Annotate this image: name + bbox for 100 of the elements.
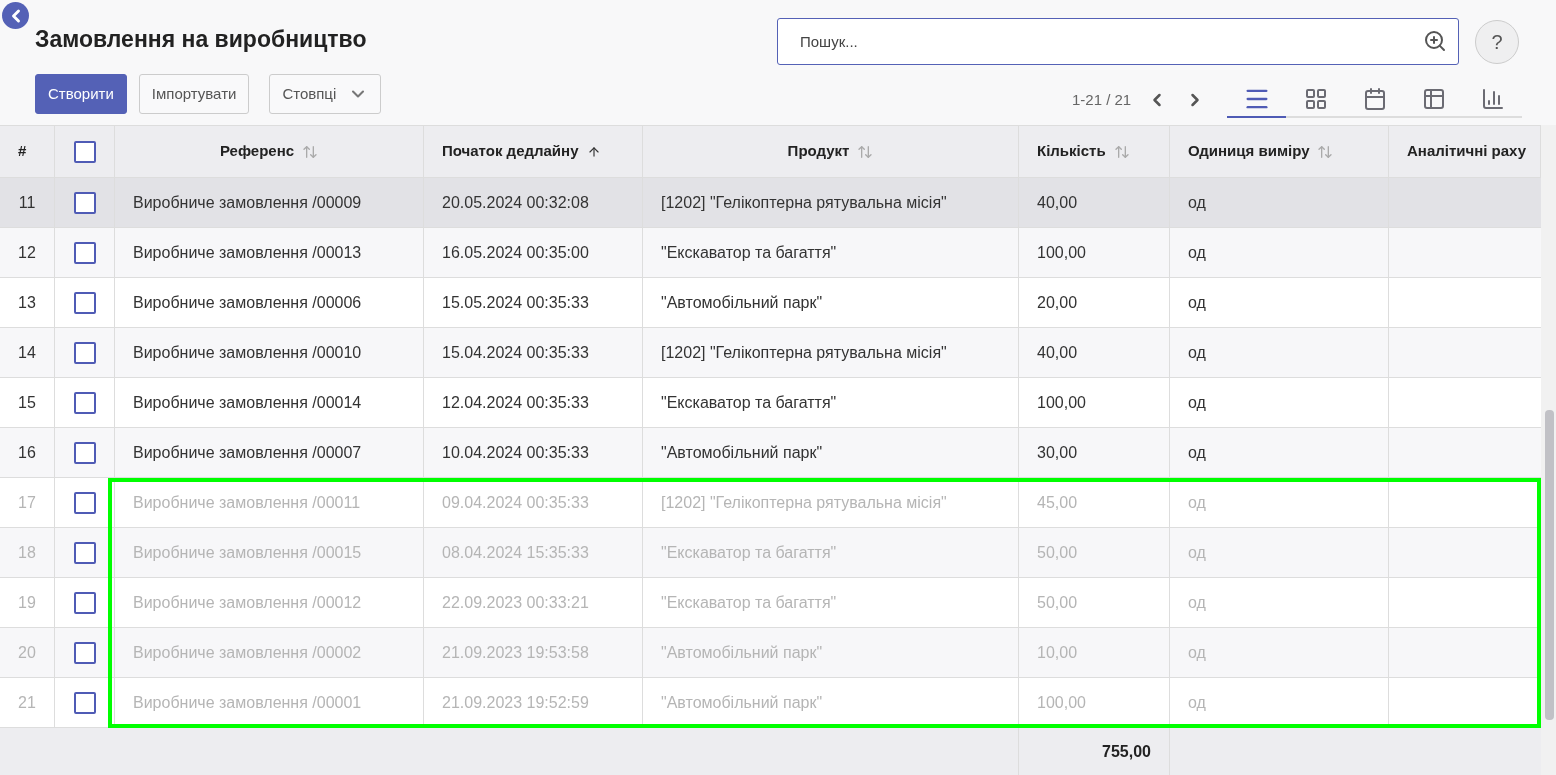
- table-row[interactable]: 16 Виробниче замовлення /00007 10.04.2024 00:35:33 "Автомобільний парк" 30,00 од: [0, 428, 1541, 478]
- product-cell-text: [1202] "Гелікоптерна рятувальна місія": [661, 342, 947, 363]
- quantity-cell-text: 40,00: [1037, 192, 1078, 213]
- sort-icon: [1113, 143, 1130, 160]
- deadline-cell-text: 22.09.2023 00:33:21: [442, 592, 589, 613]
- row-number: 20: [18, 642, 36, 663]
- deadline-cell-text: 15.05.2024 00:35:33: [442, 292, 589, 313]
- sort-ascending-icon: [586, 144, 601, 159]
- row-number: 16: [18, 442, 36, 463]
- reference-cell-text: Виробниче замовлення /00002: [133, 642, 362, 663]
- create-button[interactable]: Створити: [35, 74, 127, 114]
- reference-cell-text: Виробниче замовлення /00014: [133, 392, 362, 413]
- unit-cell-text: од: [1188, 292, 1206, 313]
- reference-cell-text: Виробниче замовлення /00012: [133, 592, 362, 613]
- column-header[interactable]: Референс: [219, 140, 319, 163]
- reference-cell-text: Виробниче замовлення /00001: [133, 692, 362, 713]
- column-header[interactable]: #: [18, 140, 27, 163]
- sort-icon: [857, 143, 874, 160]
- column-header[interactable]: Продукт: [787, 140, 874, 163]
- help-button[interactable]: ?: [1475, 19, 1519, 64]
- quantity-cell-text: 50,00: [1037, 542, 1078, 563]
- table-row[interactable]: 12 Виробниче замовлення /00013 16.05.2024 00:35:00 "Екскаватор та багаття" 100,00 од: [0, 228, 1541, 278]
- table-row[interactable]: 15 Виробниче замовлення /00014 12.04.2024 00:35:33 "Екскаватор та багаття" 100,00 од: [0, 378, 1541, 428]
- unit-cell-text: од: [1188, 392, 1206, 413]
- row-number: 19: [18, 592, 36, 613]
- table-row[interactable]: 14 Виробниче замовлення /00010 15.04.2024 00:35:33 [1202] "Гелікоптерна рятувальна місія" 40,00 од: [0, 328, 1541, 378]
- back-button[interactable]: [2, 2, 29, 29]
- table-row[interactable]: 13 Виробниче замовлення /00006 15.05.2024 00:35:33 "Автомобільний парк" 20,00 од: [0, 278, 1541, 328]
- deadline-cell-text: 10.04.2024 00:35:33: [442, 442, 589, 463]
- row-checkbox[interactable]: [73, 241, 96, 264]
- total-quantity: 755,00: [1102, 741, 1151, 762]
- unit-cell-text: од: [1188, 592, 1206, 613]
- reference-cell-text: Виробниче замовлення /00006: [133, 292, 362, 313]
- deadline-cell-text: 09.04.2024 00:35:33: [442, 492, 589, 513]
- scrollbar-thumb[interactable]: [1545, 410, 1554, 720]
- product-cell-text: "Автомобільний парк": [661, 442, 823, 463]
- scrollbar[interactable]: [1541, 125, 1556, 775]
- quantity-cell-text: 100,00: [1037, 242, 1086, 263]
- row-checkbox[interactable]: [73, 291, 96, 314]
- product-cell-text: "Автомобільний парк": [661, 642, 823, 663]
- product-cell-text: "Екскаватор та багаття": [661, 242, 837, 263]
- column-header[interactable]: Кількість: [1037, 140, 1130, 163]
- product-cell-text: "Екскаватор та багаття": [661, 392, 837, 413]
- table-view-icon: [1421, 87, 1446, 111]
- reference-cell-text: Виробниче замовлення /00013: [133, 242, 362, 263]
- product-cell-text: "Автомобільний парк": [661, 292, 823, 313]
- quantity-cell-text: 40,00: [1037, 342, 1078, 363]
- import-button[interactable]: Імпортувати: [138, 74, 250, 114]
- column-header[interactable]: Аналітичні раху: [1407, 140, 1526, 163]
- row-checkbox[interactable]: [73, 191, 96, 214]
- row-number: 13: [18, 292, 36, 313]
- row-checkbox[interactable]: [73, 341, 96, 364]
- deadline-cell-text: 16.05.2024 00:35:00: [442, 242, 589, 263]
- row-checkbox[interactable]: [73, 491, 96, 514]
- unit-cell-text: од: [1188, 642, 1206, 663]
- row-checkbox[interactable]: [73, 691, 96, 714]
- column-header[interactable]: Одиниця виміру: [1188, 140, 1334, 163]
- unit-cell-text: од: [1188, 242, 1206, 263]
- unit-cell-text: од: [1188, 542, 1206, 563]
- deadline-cell-text: 08.04.2024 15:35:33: [442, 542, 589, 563]
- row-checkbox[interactable]: [73, 641, 96, 664]
- product-cell-text: "Екскаватор та багаття": [661, 592, 837, 613]
- row-number: 21: [18, 692, 36, 713]
- deadline-cell-text: 15.04.2024 00:35:33: [442, 342, 589, 363]
- row-checkbox[interactable]: [73, 391, 96, 414]
- row-checkbox[interactable]: [73, 441, 96, 464]
- pager-text: 1-21 / 21: [1072, 89, 1132, 110]
- calendar-icon: [1362, 87, 1387, 111]
- product-cell-text: [1202] "Гелікоптерна рятувальна місія": [661, 492, 947, 513]
- sort-icon: [302, 143, 319, 160]
- row-number: 15: [18, 392, 36, 413]
- deadline-cell-text: 21.09.2023 19:53:58: [442, 642, 589, 663]
- table-row[interactable]: 11 Виробниче замовлення /00009 20.05.2024 00:32:08 [1202] "Гелікоптерна рятувальна місія" 40,00 од: [0, 178, 1541, 228]
- row-number: 12: [18, 242, 36, 263]
- unit-cell-text: од: [1188, 692, 1206, 713]
- row-checkbox[interactable]: [73, 541, 96, 564]
- unit-cell-text: од: [1188, 342, 1206, 363]
- sort-icon: [1317, 143, 1334, 160]
- row-number: 11: [18, 192, 36, 213]
- search-icon: [1423, 29, 1447, 53]
- reference-cell-text: Виробниче замовлення /00007: [133, 442, 362, 463]
- deadline-cell-text: 12.04.2024 00:35:33: [442, 392, 589, 413]
- quantity-cell-text: 45,00: [1037, 492, 1078, 513]
- quantity-cell-text: 100,00: [1037, 692, 1086, 713]
- select-all-checkbox[interactable]: [73, 140, 96, 163]
- kanban-view-icon: [1303, 87, 1328, 111]
- unit-cell-text: од: [1188, 442, 1206, 463]
- row-number: 17: [18, 492, 36, 513]
- row-checkbox[interactable]: [73, 591, 96, 614]
- column-header[interactable]: Початок дедлайну: [442, 140, 601, 163]
- quantity-cell-text: 30,00: [1037, 442, 1078, 463]
- reference-cell-text: Виробниче замовлення /00011: [133, 492, 361, 513]
- deadline-cell-text: 20.05.2024 00:32:08: [442, 192, 589, 213]
- reference-cell-text: Виробниче замовлення /00015: [133, 542, 362, 563]
- columns-dropdown[interactable]: Стовпці: [269, 74, 382, 114]
- deadline-cell-text: 21.09.2023 19:52:59: [442, 692, 589, 713]
- quantity-cell-text: 10,00: [1037, 642, 1078, 663]
- search-field[interactable]: Пошук...: [777, 18, 1459, 65]
- quantity-cell-text: 50,00: [1037, 592, 1078, 613]
- page-title: Замовлення на виробництво: [35, 25, 368, 54]
